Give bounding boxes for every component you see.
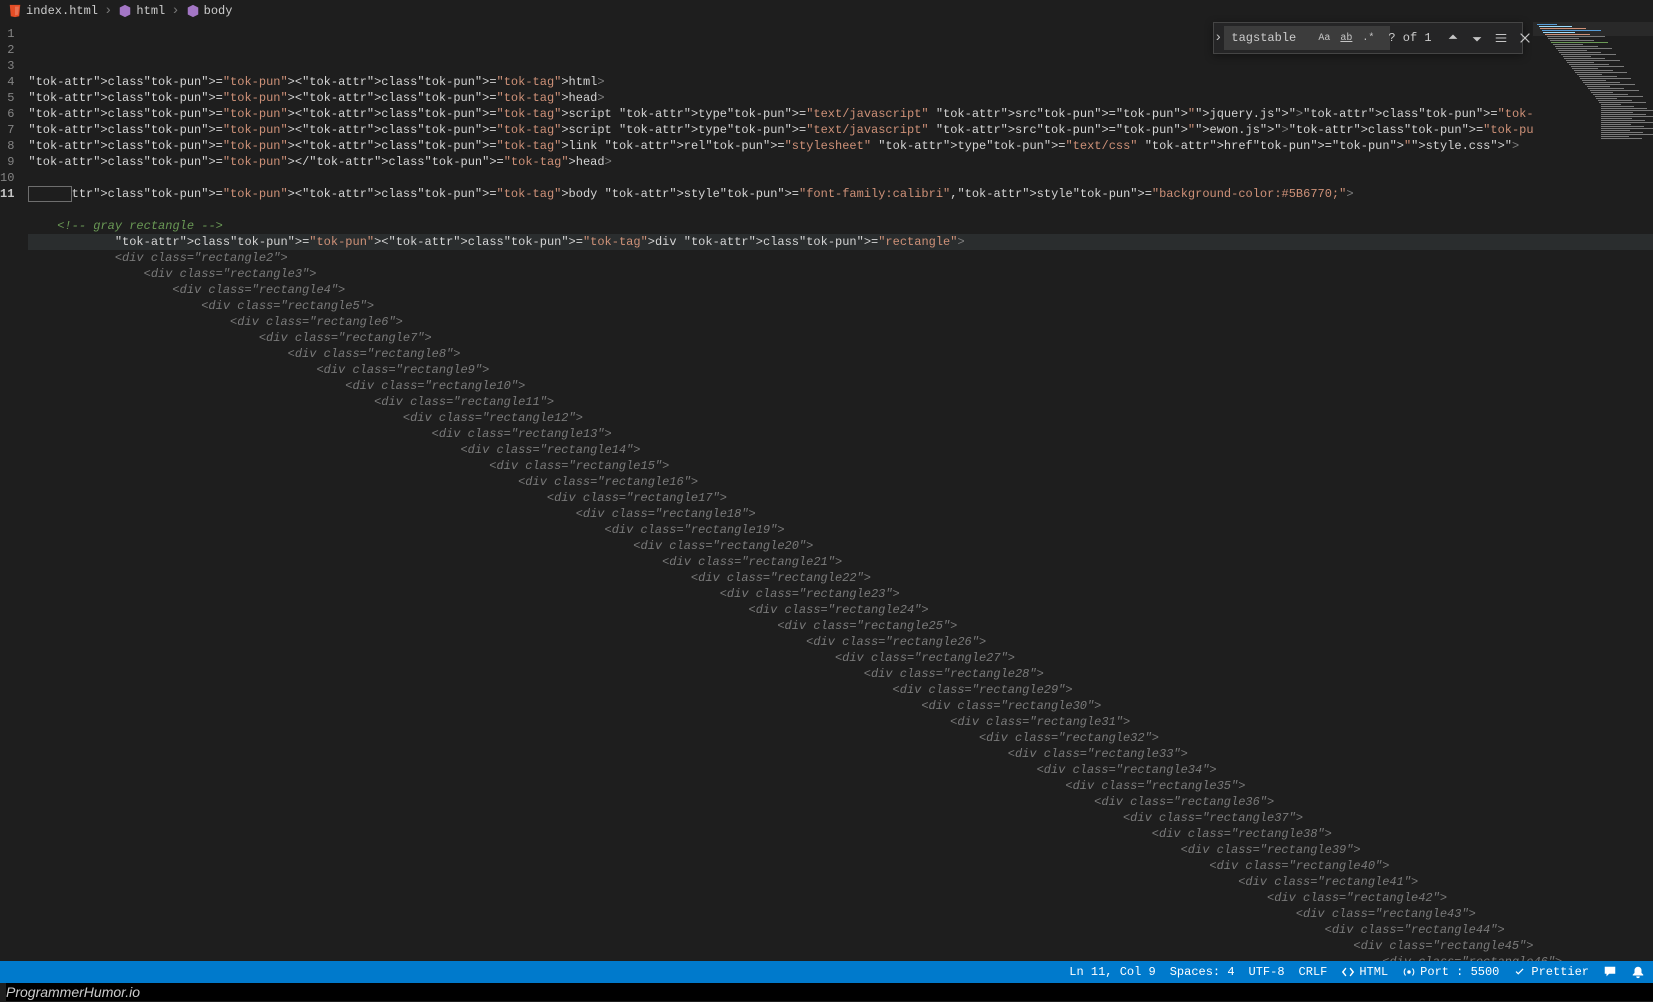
status-feedback[interactable] (1603, 965, 1617, 979)
breadcrumb-label: body (204, 4, 233, 18)
breadcrumb-file-label: index.html (26, 4, 98, 18)
find-selection-button[interactable] (1490, 27, 1512, 49)
status-live-server[interactable]: Port : 5500 (1402, 965, 1499, 979)
code-icon (1341, 965, 1355, 979)
find-close-button[interactable] (1514, 27, 1536, 49)
status-prettier[interactable]: Prettier (1513, 965, 1589, 979)
find-widget: › Aa ab .* ? of 1 (1213, 22, 1523, 54)
breadcrumb-node-html[interactable]: html (118, 4, 165, 18)
minimap[interactable] (1533, 22, 1653, 142)
feedback-icon (1603, 965, 1617, 979)
symbol-icon (118, 4, 132, 18)
chevron-right-icon: › (169, 4, 181, 18)
check-icon (1513, 965, 1527, 979)
status-ln-col[interactable]: Ln 11, Col 9 (1069, 965, 1155, 979)
breadcrumb-bar: index.html › html › body (0, 0, 1653, 22)
breadcrumb-label: html (136, 4, 165, 18)
cursor-indicator (28, 186, 72, 202)
find-prev-button[interactable] (1442, 27, 1464, 49)
status-encoding[interactable]: UTF-8 (1249, 965, 1285, 979)
status-spaces[interactable]: Spaces: 4 (1170, 965, 1235, 979)
breadcrumb-node-body[interactable]: body (186, 4, 233, 18)
bell-icon (1631, 965, 1645, 979)
status-bell[interactable] (1631, 965, 1645, 979)
status-eol[interactable]: CRLF (1299, 965, 1328, 979)
line-number-gutter: 1234567891011 (0, 22, 28, 961)
editor[interactable]: 1234567891011 "tok-attr">class"tok-pun">… (0, 22, 1653, 961)
match-case-toggle[interactable]: Aa (1314, 28, 1334, 48)
find-next-button[interactable] (1466, 27, 1488, 49)
whole-word-toggle[interactable]: ab (1336, 28, 1356, 48)
status-language[interactable]: HTML (1341, 965, 1388, 979)
symbol-icon (186, 4, 200, 18)
find-options: Aa ab .* (1314, 28, 1378, 48)
status-bar: Ln 11, Col 9 Spaces: 4 UTF-8 CRLF HTML P… (0, 961, 1653, 983)
chevron-right-icon: › (102, 4, 114, 18)
regex-toggle[interactable]: .* (1358, 28, 1378, 48)
breadcrumb-file[interactable]: index.html (8, 4, 98, 18)
code-area[interactable]: "tok-attr">class"tok-pun">="tok-pun"><"t… (28, 22, 1653, 961)
broadcast-icon (1402, 965, 1416, 979)
html-file-icon (8, 4, 22, 18)
watermark: ProgrammerHumor.io (6, 983, 1653, 1001)
find-result-count: ? of 1 (1388, 31, 1431, 45)
find-expand-toggle[interactable]: › (1214, 23, 1222, 53)
